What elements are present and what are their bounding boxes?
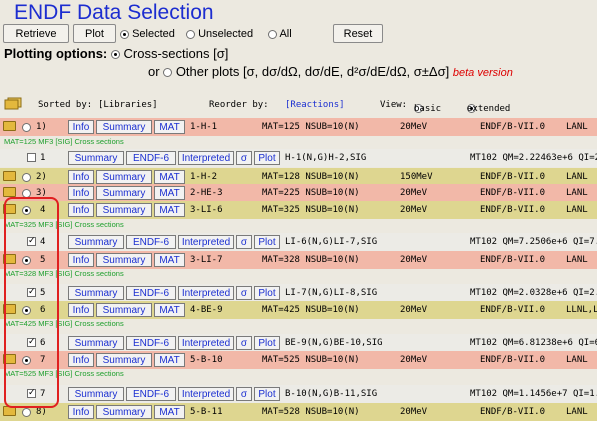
plot-button[interactable]: Plot xyxy=(73,24,116,43)
plotting-options: Plotting options: Cross-sections [σ] xyxy=(4,46,228,61)
mf-label[interactable]: MAT=125 MF3 [SIG] Cross sections xyxy=(4,137,124,148)
section-row: ✓ 6 Summary ENDF-6 Interpreted σ Plot BE… xyxy=(0,334,597,352)
sigma-button[interactable]: σ xyxy=(236,151,252,165)
endf6-button[interactable]: ENDF-6 xyxy=(126,387,176,401)
mat-button[interactable]: MAT xyxy=(154,303,185,317)
beta-label: beta version xyxy=(452,67,513,79)
info-button[interactable]: Info xyxy=(68,120,94,134)
sigma-button[interactable]: σ xyxy=(236,286,252,300)
summary-button[interactable]: Summary xyxy=(96,405,152,419)
all-radio[interactable] xyxy=(268,29,277,39)
material-radio[interactable] xyxy=(22,173,31,182)
summary-button[interactable]: Summary xyxy=(68,336,124,350)
summary-button[interactable]: Summary xyxy=(68,286,124,300)
plot-button-small[interactable]: Plot xyxy=(254,235,280,249)
page-title: ENDF Data Selection xyxy=(14,1,214,24)
folder-icon[interactable] xyxy=(3,171,16,181)
mat-button[interactable]: MAT xyxy=(154,353,185,367)
summary-button[interactable]: Summary xyxy=(68,235,124,249)
info-button[interactable]: Info xyxy=(68,186,94,200)
summary-button[interactable]: Summary xyxy=(96,353,152,367)
mat-button[interactable]: MAT xyxy=(154,120,185,134)
section-row: ✓ 4 Summary ENDF-6 Interpreted σ Plot LI… xyxy=(0,233,597,251)
endf6-button[interactable]: ENDF-6 xyxy=(126,336,176,350)
info-button[interactable]: Info xyxy=(68,253,94,267)
summary-button[interactable]: Summary xyxy=(96,170,152,184)
summary-button[interactable]: Summary xyxy=(96,186,152,200)
interpreted-button[interactable]: Interpreted xyxy=(178,151,234,165)
selected-radio[interactable] xyxy=(120,29,129,39)
other-plots-label: Other plots [σ, dσ/dΩ, dσ/dE, d²σ/dE/dΩ,… xyxy=(175,64,450,79)
material-row: 6 Info Summary MAT 4-BE-9 MAT=425 NSUB=1… xyxy=(0,301,597,319)
plot-button-small[interactable]: Plot xyxy=(254,151,280,165)
interpreted-button[interactable]: Interpreted xyxy=(178,387,234,401)
info-button[interactable]: Info xyxy=(68,203,94,217)
plot-button-small[interactable]: Plot xyxy=(254,387,280,401)
other-plots-radio[interactable] xyxy=(163,68,173,78)
folder-icon[interactable] xyxy=(3,187,16,197)
mat-button[interactable]: MAT xyxy=(154,405,185,419)
all-option[interactable]: All xyxy=(268,28,292,40)
summary-button[interactable]: Summary xyxy=(96,120,152,134)
retrieve-button[interactable]: Retrieve xyxy=(3,24,69,43)
mat-button[interactable]: MAT xyxy=(154,253,185,267)
section-row: ✓ 7 Summary ENDF-6 Interpreted σ Plot B-… xyxy=(0,385,597,403)
info-button[interactable]: Info xyxy=(68,170,94,184)
selection-highlight xyxy=(4,197,59,408)
summary-button[interactable]: Summary xyxy=(96,253,152,267)
endf6-button[interactable]: ENDF-6 xyxy=(126,235,176,249)
summary-button[interactable]: Summary xyxy=(96,203,152,217)
plot-button-small[interactable]: Plot xyxy=(254,286,280,300)
info-button[interactable]: Info xyxy=(68,303,94,317)
sigma-button[interactable]: σ xyxy=(236,336,252,350)
material-radio[interactable] xyxy=(22,123,31,132)
interpreted-button[interactable]: Interpreted xyxy=(178,286,234,300)
material-row: 1) Info Summary MAT 1-H-1 MAT=125 NSUB=1… xyxy=(0,118,597,136)
material-row: 7 Info Summary MAT 5-B-10 MAT=525 NSUB=1… xyxy=(0,351,597,369)
summary-button[interactable]: Summary xyxy=(96,303,152,317)
section-row: 1 Summary ENDF-6 Interpreted σ Plot H-1(… xyxy=(0,149,597,167)
folder-open-icon[interactable] xyxy=(3,121,16,131)
material-row: 8) Info Summary MAT 5-B-11 MAT=528 NSUB=… xyxy=(0,403,597,421)
plotting-heading: Plotting options: xyxy=(4,46,108,61)
material-row: 3) Info Summary MAT 2-HE-3 MAT=225 NSUB=… xyxy=(0,184,597,202)
unselected-radio[interactable] xyxy=(186,29,195,39)
interpreted-button[interactable]: Interpreted xyxy=(178,336,234,350)
folders-icon[interactable] xyxy=(4,97,22,113)
sigma-button[interactable]: σ xyxy=(236,387,252,401)
reset-button[interactable]: Reset xyxy=(333,24,383,43)
endf6-button[interactable]: ENDF-6 xyxy=(126,151,176,165)
plot-button-small[interactable]: Plot xyxy=(254,336,280,350)
summary-button[interactable]: Summary xyxy=(68,151,124,165)
reorder-link[interactable]: [Reactions] xyxy=(285,100,345,110)
cross-sections-label: Cross-sections [σ] xyxy=(123,46,229,61)
material-row: 5 Info Summary MAT 3-LI-7 MAT=328 NSUB=1… xyxy=(0,251,597,269)
info-button[interactable]: Info xyxy=(68,405,94,419)
material-row: 4 Info Summary MAT 3-LI-6 MAT=325 NSUB=1… xyxy=(0,201,597,219)
mat-button[interactable]: MAT xyxy=(154,186,185,200)
sort-bar: Sorted by: [Libraries] Reorder by: [Reac… xyxy=(0,96,597,114)
sigma-button[interactable]: σ xyxy=(236,235,252,249)
section-checkbox[interactable] xyxy=(27,153,36,162)
endf6-button[interactable]: ENDF-6 xyxy=(126,286,176,300)
info-button[interactable]: Info xyxy=(68,353,94,367)
unselected-option[interactable]: Unselected xyxy=(186,28,253,40)
interpreted-button[interactable]: Interpreted xyxy=(178,235,234,249)
material-radio[interactable] xyxy=(22,408,31,417)
summary-button[interactable]: Summary xyxy=(68,387,124,401)
selected-option[interactable]: Selected xyxy=(120,28,175,40)
mat-button[interactable]: MAT xyxy=(154,203,185,217)
section-row: ✓ 5 Summary ENDF-6 Interpreted σ Plot LI… xyxy=(0,284,597,302)
other-plots-option: or Other plots [σ, dσ/dΩ, dσ/dE, d²σ/dE/… xyxy=(148,64,513,79)
mat-button[interactable]: MAT xyxy=(154,170,185,184)
cross-sections-radio[interactable] xyxy=(110,50,120,60)
